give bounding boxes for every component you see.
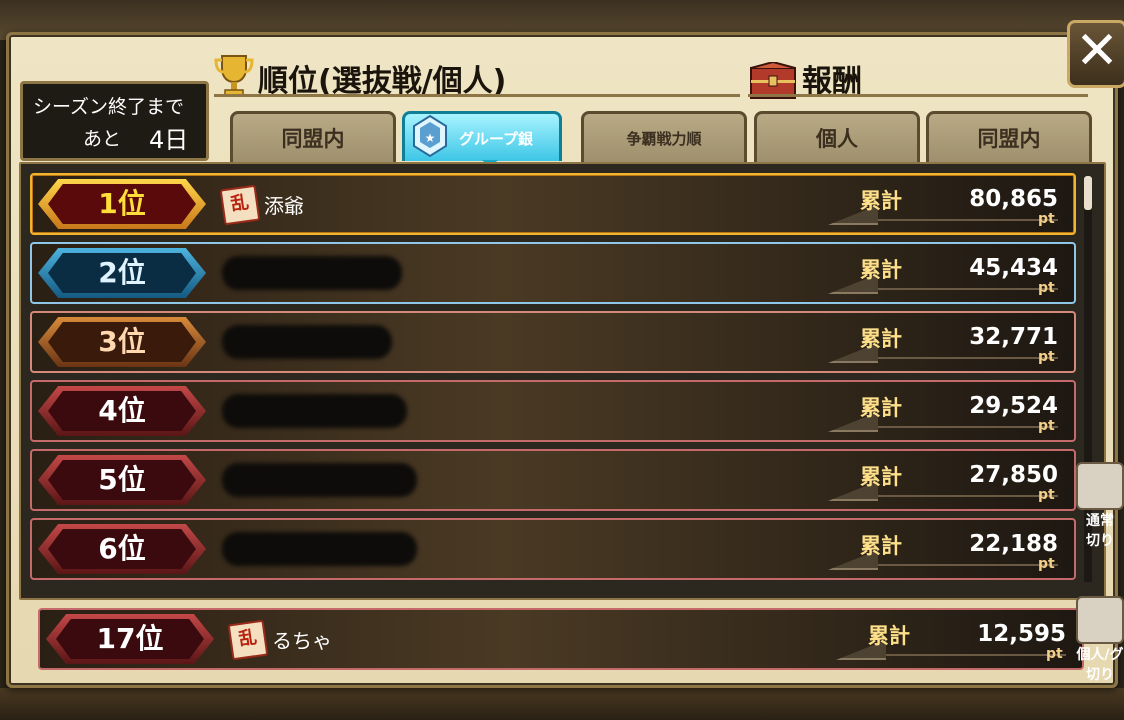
total-label: 累計 — [860, 258, 902, 282]
individual-group-switch-label-2: 切り — [1086, 667, 1114, 683]
close-button[interactable]: ✕ — [1067, 20, 1124, 88]
score-unit: pt — [1038, 349, 1055, 365]
trophy-icon — [214, 55, 254, 97]
score-divider — [878, 426, 1058, 428]
rewards-heading-underline — [748, 94, 1088, 97]
season-end-label: シーズン終了まで — [33, 96, 185, 118]
tab-group-silver-label: グループ銀 — [458, 130, 534, 148]
rank-label: 1位 — [48, 184, 196, 224]
tab-power-ranking-label: 争覇戦力順 — [626, 130, 702, 148]
total-label: 累計 — [860, 396, 902, 420]
my-score-value: 12,595 — [977, 621, 1066, 647]
tab-alliance[interactable]: 同盟内 — [230, 111, 396, 164]
background-bottom — [0, 688, 1124, 720]
guild-flag-icon: 乱 — [227, 619, 269, 661]
score-unit: pt — [1046, 646, 1063, 662]
tab-individual-label: 個人 — [816, 127, 858, 151]
total-label: 累計 — [860, 534, 902, 558]
season-remaining-days: 4日 — [149, 126, 189, 154]
score-value: 45,434 — [969, 255, 1058, 281]
trophy-castle-icon — [1076, 596, 1124, 644]
ranking-row[interactable]: 5位 累計 27,850 pt — [30, 449, 1076, 511]
rank-badge: 2位 — [38, 248, 206, 298]
score-divider — [878, 357, 1058, 359]
silver-rank-icon: ★ — [413, 114, 447, 158]
svg-text:★: ★ — [425, 131, 436, 145]
total-label: 累計 — [860, 465, 902, 489]
total-label: 累計 — [860, 189, 902, 213]
rank-badge: 4位 — [38, 386, 206, 436]
castle-icon — [1076, 462, 1124, 510]
tab-alliance-label: 同盟内 — [281, 127, 345, 151]
score-unit: pt — [1038, 418, 1055, 434]
redacted-name — [222, 325, 392, 359]
my-ranking-row[interactable]: 17位 乱 るちゃ 累計 12,595 pt — [38, 608, 1084, 670]
tab-power-ranking[interactable]: 争覇戦力順 — [581, 111, 747, 164]
total-label: 累計 — [868, 624, 910, 648]
score-divider — [878, 564, 1058, 566]
score-divider — [886, 654, 1066, 656]
ranking-row[interactable]: 1位 乱 添爺 累計 80,865 pt — [30, 173, 1076, 235]
rank-label: 4位 — [48, 391, 196, 431]
redacted-name — [222, 394, 407, 428]
redacted-name — [222, 256, 402, 290]
ranking-heading-underline — [214, 94, 740, 97]
normal-switch-label-1: 通常 — [1086, 513, 1114, 529]
redacted-name — [222, 463, 417, 497]
ranking-row[interactable]: 3位 累計 32,771 pt — [30, 311, 1076, 373]
rank-badge: 1位 — [38, 179, 206, 229]
normal-switch-button[interactable]: 通常 切り — [1076, 462, 1124, 550]
rank-badge: 5位 — [38, 455, 206, 505]
rank-label: 3位 — [48, 322, 196, 362]
total-label: 累計 — [860, 327, 902, 351]
rank-label: 5位 — [48, 460, 196, 500]
my-rank-label: 17位 — [56, 619, 204, 659]
individual-group-switch-button[interactable]: 個人/グ 切り — [1076, 596, 1124, 684]
score-divider — [878, 288, 1058, 290]
rank-label: 2位 — [48, 253, 196, 293]
tab-individual[interactable]: 個人 — [754, 111, 920, 164]
rewards-heading: 報酬 — [802, 64, 862, 99]
score-value: 27,850 — [969, 462, 1058, 488]
my-rank-badge: 17位 — [46, 614, 214, 664]
season-remaining-prefix: あと — [83, 128, 122, 150]
score-divider — [878, 219, 1058, 221]
score-divider — [878, 495, 1058, 497]
tab-alliance-rewards-label: 同盟内 — [977, 127, 1041, 151]
guild-flag-icon: 乱 — [219, 184, 261, 226]
score-value: 22,188 — [969, 531, 1058, 557]
normal-switch-label-2: 切り — [1086, 533, 1114, 549]
ranking-row[interactable]: 2位 累計 45,434 pt — [30, 242, 1076, 304]
score-value: 32,771 — [969, 324, 1058, 350]
my-player-name: るちゃ — [272, 629, 332, 653]
player-name: 添爺 — [264, 194, 304, 218]
ranking-heading: 順位(選抜戦/個人) — [258, 64, 507, 99]
close-icon: ✕ — [1075, 21, 1119, 81]
score-unit: pt — [1038, 556, 1055, 572]
score-value: 29,524 — [969, 393, 1058, 419]
ranking-row[interactable]: 4位 累計 29,524 pt — [30, 380, 1076, 442]
ranking-row[interactable]: 6位 累計 22,188 pt — [30, 518, 1076, 580]
score-unit: pt — [1038, 487, 1055, 503]
score-unit: pt — [1038, 280, 1055, 296]
tab-alliance-rewards[interactable]: 同盟内 — [926, 111, 1092, 164]
rank-label: 6位 — [48, 529, 196, 569]
season-timer: シーズン終了まで あと 4日 — [20, 81, 209, 161]
score-value: 80,865 — [969, 186, 1058, 212]
ranking-scrollbar-thumb[interactable] — [1084, 176, 1092, 210]
rank-badge: 6位 — [38, 524, 206, 574]
individual-group-switch-label-1: 個人/グ — [1076, 647, 1124, 663]
score-unit: pt — [1038, 211, 1055, 227]
rank-badge: 3位 — [38, 317, 206, 367]
redacted-name — [222, 532, 417, 566]
